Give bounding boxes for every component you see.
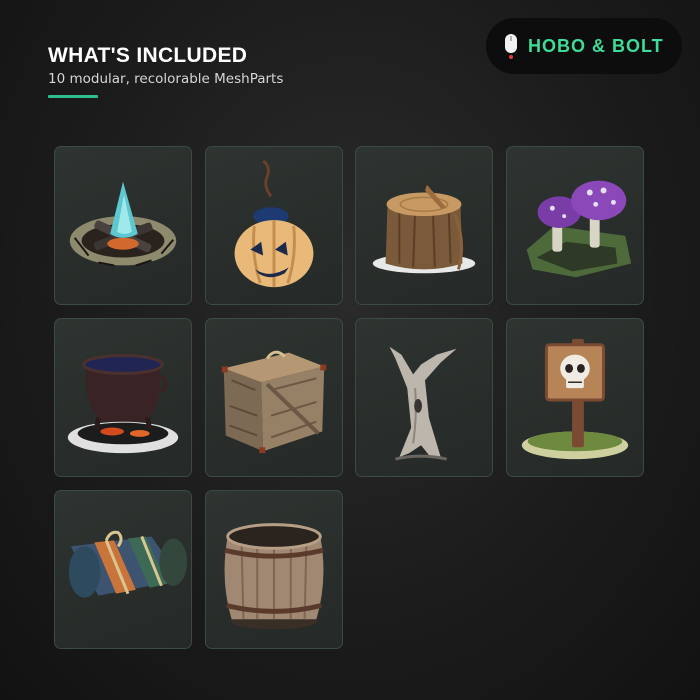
- item-tile-skull-sign[interactable]: [506, 318, 644, 477]
- item-tile-cauldron[interactable]: [54, 318, 192, 477]
- item-tile-wooden-crate[interactable]: [205, 318, 343, 477]
- item-tile-campfire[interactable]: [54, 146, 192, 305]
- cauldron-icon: [67, 354, 179, 454]
- item-tile-dead-tree[interactable]: [355, 318, 493, 477]
- mouse-icon: [505, 34, 517, 59]
- page-subtitle: 10 modular, recolorable MeshParts: [48, 71, 284, 87]
- page-title: WHAT'S INCLUDED: [48, 44, 248, 67]
- item-tile-bedroll[interactable]: [54, 490, 192, 649]
- brand-badge: HOBO & BOLT: [486, 18, 682, 74]
- item-tile-barrel[interactable]: [205, 490, 343, 649]
- skull-sign-icon: [521, 338, 629, 460]
- bedroll-icon: [68, 530, 188, 598]
- title-underline: [48, 95, 98, 98]
- item-tile-pumpkin-bomb[interactable]: [205, 146, 343, 305]
- pumpkin-bomb-icon: [234, 159, 314, 288]
- wooden-crate-icon: [221, 350, 327, 454]
- item-tile-tree-stump[interactable]: [355, 146, 493, 305]
- header: WHAT'S INCLUDED 10 modular, recolorable …: [48, 44, 283, 98]
- mushrooms-icon: [526, 180, 632, 278]
- campfire-icon: [69, 181, 177, 267]
- tree-stump-icon: [372, 184, 476, 274]
- item-tile-mushrooms[interactable]: [506, 146, 644, 305]
- dead-tree-icon: [389, 346, 457, 461]
- brand-name: HOBO & BOLT: [528, 35, 664, 56]
- barrel-icon: [224, 523, 324, 630]
